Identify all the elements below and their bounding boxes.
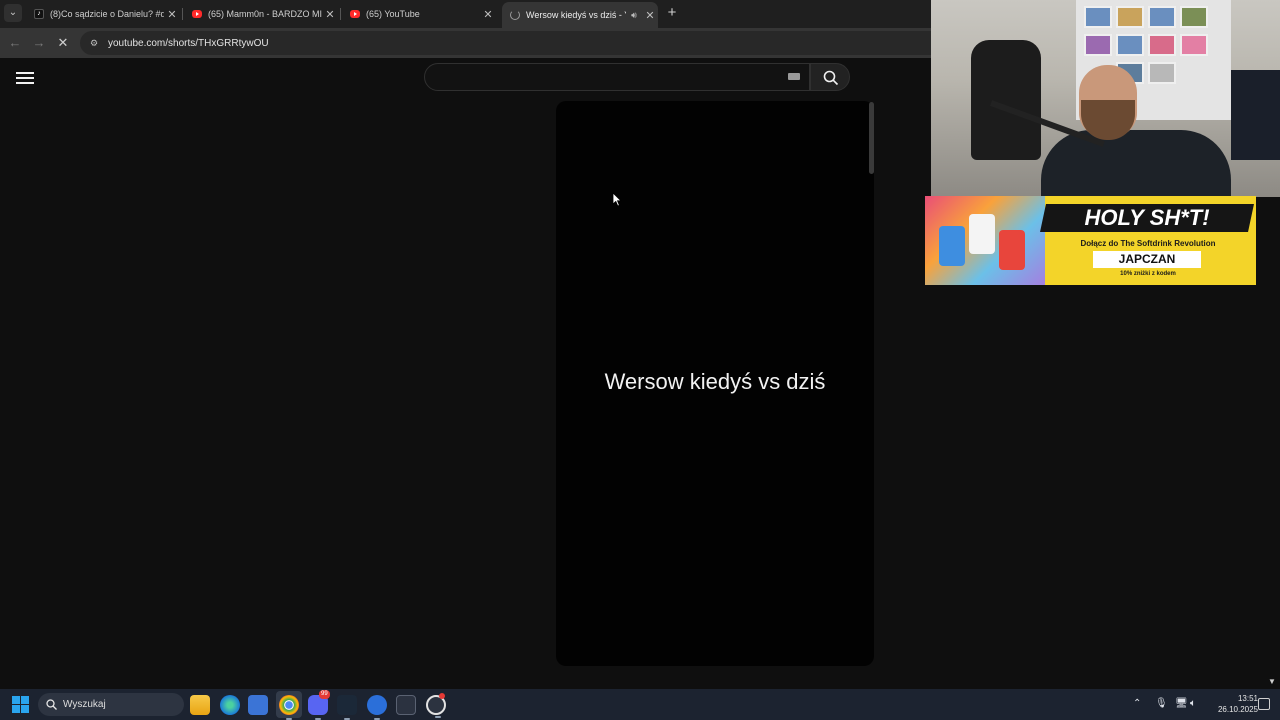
tab-wersow-short[interactable]: Wersow kiedyś vs dziś - You 🔊︎ ✕	[502, 2, 658, 28]
gaming-chair	[971, 40, 1041, 160]
search-icon	[46, 699, 57, 710]
ad-promo-code: JAPCZAN	[1093, 251, 1201, 268]
xbox-app-icon[interactable]	[396, 695, 416, 715]
keyboard-icon[interactable]	[788, 73, 800, 80]
shorts-video-player[interactable]: Wersow kiedyś vs dziś	[556, 101, 874, 666]
clock-time: 13:51	[1237, 694, 1258, 703]
obs-icon[interactable]	[426, 693, 446, 718]
chrome-icon[interactable]	[279, 695, 299, 720]
screen: ⌄ ♪ (8)Co sądzicie o Danielu? #danie ✕ (…	[0, 0, 1280, 720]
new-tab-plus-icon[interactable]: +	[664, 5, 680, 21]
microphone-icon[interactable]: 🎙︎	[1155, 698, 1168, 710]
stop-loading-icon[interactable]: ✕	[54, 34, 72, 52]
speaker-icon[interactable]: 🔊︎	[626, 10, 642, 21]
volume-icon[interactable]: 🔈︎	[1190, 698, 1196, 710]
youtube-search-bar	[424, 63, 850, 91]
tray-overflow-chevron-icon[interactable]: ⌃	[1133, 698, 1141, 710]
file-explorer-icon[interactable]	[190, 695, 210, 715]
url-text: youtube.com/shorts/THxGRRtywOU	[108, 37, 269, 49]
short-video-title-overlay: Wersow kiedyś vs dziś	[604, 369, 826, 394]
tab-search-chevron-icon[interactable]: ⌄	[4, 4, 22, 22]
search-button[interactable]	[810, 63, 850, 91]
tab-close-icon[interactable]: ✕	[480, 8, 496, 21]
network-icon[interactable]: 🖥︎	[1175, 698, 1188, 710]
taskbar-clock[interactable]: 13:51 26.10.2025	[1208, 693, 1258, 715]
search-input[interactable]	[424, 63, 810, 91]
discord-badge: 99	[319, 690, 330, 699]
back-arrow-icon[interactable]: ←	[6, 34, 24, 52]
tab-title: (8)Co sądzicie o Danielu? #danie	[50, 9, 164, 19]
tab-mammon[interactable]: (65) Mamm0n - BARDZO MIŁY ✕	[184, 2, 338, 26]
windows-start-icon[interactable]	[12, 696, 29, 713]
taskbar-search[interactable]: Wyszukaj	[38, 693, 184, 716]
clock-date: 26.10.2025	[1217, 705, 1258, 714]
scroll-down-arrow-icon[interactable]: ▼	[1268, 678, 1278, 686]
tab-divider	[340, 8, 341, 20]
tab-youtube-home[interactable]: (65) YouTube ✕	[342, 2, 496, 26]
search-icon	[823, 70, 839, 86]
youtube-icon	[192, 10, 202, 18]
forward-arrow-icon[interactable]: →	[30, 34, 48, 52]
site-info-icon[interactable]: ⚙	[86, 35, 102, 51]
hamburger-menu-icon[interactable]	[16, 70, 34, 86]
streamer-webcam	[931, 0, 1280, 197]
youtube-icon	[350, 10, 360, 18]
tab-close-icon[interactable]: ✕	[164, 8, 180, 21]
notification-center-icon[interactable]	[1258, 698, 1270, 710]
battlenet-icon[interactable]	[367, 695, 387, 720]
softdrink-product-art	[925, 196, 1045, 285]
mouse-cursor-icon	[612, 192, 622, 207]
ad-headline: HOLY SH*T!	[1040, 204, 1254, 232]
discord-icon[interactable]: 99	[308, 690, 330, 720]
tab-title: (65) YouTube	[366, 9, 420, 19]
address-bar[interactable]: ⚙ youtube.com/shorts/THxGRRtywOU	[80, 31, 931, 55]
tab-divider	[182, 8, 183, 20]
steam-icon[interactable]	[337, 695, 357, 720]
tab-close-icon[interactable]: ✕	[642, 9, 658, 22]
notification-dot	[439, 693, 445, 699]
sponsor-ad-banner: HOLY SH*T! Dołącz do The Softdrink Revol…	[925, 196, 1256, 285]
taskbar-search-label: Wyszukaj	[63, 699, 106, 710]
windows-taskbar: Wyszukaj 99 ⌃ 🎙︎ 🖥︎ 🔈︎ 13:51 26.10.2025	[0, 689, 1280, 720]
loading-icon	[510, 10, 520, 20]
tiktok-icon: ♪	[34, 9, 44, 19]
browser-tab-strip: ⌄ ♪ (8)Co sądzicie o Danielu? #danie ✕ (…	[0, 0, 931, 28]
pc-case	[1231, 70, 1280, 160]
browser-toolbar: ← → ✕ ⚙ youtube.com/shorts/THxGRRtywOU	[0, 28, 931, 58]
tab-close-icon[interactable]: ✕	[322, 8, 338, 21]
ad-subline: Dołącz do The Softdrink Revolution	[1080, 239, 1216, 248]
tab-tiktok[interactable]: ♪ (8)Co sądzicie o Danielu? #danie ✕	[26, 2, 180, 26]
microsoft-store-icon[interactable]	[248, 695, 268, 715]
player-scrollbar[interactable]	[869, 102, 874, 174]
tab-title: Wersow kiedyś vs dziś - You	[526, 10, 626, 20]
ad-disclaimer: 10% zniżki z kodem	[1120, 271, 1176, 277]
tab-title: (65) Mamm0n - BARDZO MIŁY	[208, 9, 322, 19]
edge-browser-icon[interactable]	[220, 695, 240, 715]
